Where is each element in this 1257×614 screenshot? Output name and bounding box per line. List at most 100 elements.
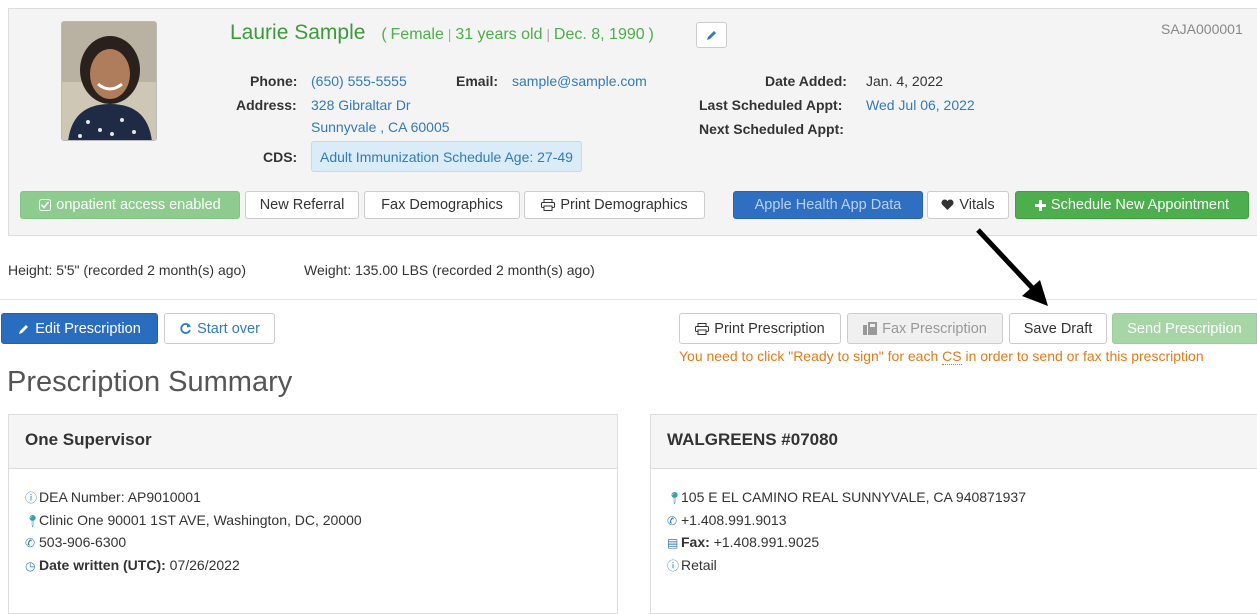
address-line2[interactable]: Sunnyvale , CA 60005 [311, 119, 450, 135]
checkbox-checked-icon [39, 199, 52, 211]
supervisor-details: ⓘ DEA Number: AP9010001 📍︎Clinic One 9000… [9, 469, 617, 595]
page-title: Prescription Summary [7, 366, 293, 398]
phone-link[interactable]: (650) 555-5555 [311, 73, 407, 89]
date-written-row: ◷ Date written (UTC): 07/26/2022 [25, 555, 601, 578]
supervisor-phone: 503-906-6300 [39, 534, 127, 550]
schedule-label: Schedule New Appointment [1050, 197, 1230, 213]
pharmacy-type-row: ⓘ Retail [667, 555, 1253, 578]
print-demographics-button[interactable]: Print Demographics [524, 191, 705, 219]
arrow-annotation-icon [970, 226, 1060, 312]
last-appt-link[interactable]: Wed Jul 06, 2022 [866, 97, 975, 113]
date-added-label: Date Added: [765, 73, 847, 89]
pencil-icon [706, 29, 718, 41]
vitals-button[interactable]: Vitals [927, 191, 1009, 219]
phone-icon: ✆ [25, 536, 36, 550]
map-marker-icon: 📍︎ [667, 491, 683, 505]
divider [0, 299, 1257, 300]
pharmacy-address: 105 E EL CAMINO REAL SUNNYVALE, CA 94087… [681, 489, 1026, 505]
onpatient-access-button[interactable]: onpatient access enabled [20, 191, 240, 219]
patient-age: 31 years old [455, 26, 543, 43]
schedule-appointment-button[interactable]: Schedule New Appointment [1015, 191, 1249, 219]
patient-id: SAJA000001 [1161, 21, 1243, 37]
fax-demographics-button[interactable]: Fax Demographics [364, 191, 520, 219]
cds-badge[interactable]: Adult Immunization Schedule Age: 27-49 [311, 141, 582, 172]
start-over-button[interactable]: Start over [164, 313, 275, 344]
print-prescription-button[interactable]: Print Prescription [679, 313, 841, 344]
height-text: Height: 5'5" (recorded 2 month(s) ago) [8, 262, 246, 278]
dea-number: DEA Number: AP9010001 [39, 489, 201, 505]
fax-icon [863, 322, 878, 335]
info-icon: ⓘ [25, 491, 38, 505]
print-demographics-label: Print Demographics [560, 197, 688, 213]
fax-prescription-label: Fax Prescription [882, 320, 987, 337]
warning-part-2: in order to send or fax this prescriptio… [961, 348, 1204, 364]
apple-health-label: Apple Health App Data [754, 197, 902, 213]
patient-meta-close: ) [648, 26, 654, 43]
address-label: Address: [236, 97, 297, 113]
clinic-row: 📍︎Clinic One 90001 1ST AVE, Washington, … [25, 510, 601, 533]
dea-row: ⓘ DEA Number: AP9010001 [25, 487, 601, 510]
refresh-icon [179, 322, 192, 335]
phone-label: Phone: [250, 73, 298, 89]
pharmacy-phone-row: ✆ +1.408.991.9013 [667, 510, 1253, 533]
printer-icon [541, 199, 556, 211]
email-link[interactable]: sample@sample.com [512, 73, 647, 89]
map-marker-icon: 📍︎ [25, 513, 41, 528]
patient-name-line: Laurie Sample ( Female | 31 years old | … [230, 21, 654, 45]
save-draft-label: Save Draft [1023, 320, 1093, 337]
weight-text: Weight: 135.00 LBS (recorded 2 month(s) … [304, 262, 595, 278]
clock-icon: ◷ [25, 558, 36, 573]
supervisor-card: One Supervisor ⓘ DEA Number: AP9010001 📍︎… [8, 414, 618, 614]
clinic-address: Clinic One 90001 1ST AVE, Washington, DC… [39, 511, 362, 528]
pharmacy-type: Retail [681, 556, 717, 573]
patient-photo [61, 21, 157, 141]
info-icon: ⓘ [667, 558, 680, 573]
patient-gender: Female [390, 26, 444, 43]
send-prescription-label: Send Prescription [1127, 320, 1242, 337]
cs-abbreviation: CS [942, 348, 962, 365]
edit-prescription-button[interactable]: Edit Prescription [1, 313, 158, 344]
onpatient-label: onpatient access enabled [56, 197, 221, 213]
next-appt-label: Next Scheduled Appt: [699, 121, 844, 137]
date-added-value: Jan. 4, 2022 [866, 73, 944, 89]
print-prescription-label: Print Prescription [714, 320, 825, 337]
vitals-label: Vitals [959, 197, 995, 213]
edit-prescription-label: Edit Prescription [35, 320, 141, 337]
pharmacy-details: 📍︎105 E EL CAMINO REAL SUNNYVALE, CA 940… [651, 469, 1257, 595]
patient-header-panel: Laurie Sample ( Female | 31 years old | … [8, 8, 1257, 236]
plus-icon [1034, 199, 1046, 211]
fax-prescription-button[interactable]: Fax Prescription [847, 313, 1003, 344]
fax-icon: ▤ [667, 536, 679, 550]
save-draft-button[interactable]: Save Draft [1009, 313, 1107, 344]
start-over-label: Start over [197, 320, 260, 337]
pharmacy-address-row: 📍︎105 E EL CAMINO REAL SUNNYVALE, CA 940… [667, 487, 1253, 510]
printer-icon [695, 322, 710, 335]
fax-label: Fax: [681, 534, 710, 550]
pharmacy-phone: +1.408.991.9013 [681, 511, 787, 528]
warning-part-1: You need to click "Ready to sign" for ea… [679, 348, 943, 364]
new-referral-label: New Referral [259, 197, 345, 213]
edit-patient-button[interactable] [696, 22, 727, 48]
heart-icon [941, 199, 954, 211]
pencil-icon [18, 323, 30, 335]
date-written-label: Date written (UTC): [39, 556, 166, 573]
date-written-value: 07/26/2022 [169, 556, 240, 573]
email-label: Email: [456, 73, 499, 89]
patient-dob: Dec. 8, 1990 [553, 26, 645, 43]
patient-name: Laurie Sample [230, 21, 366, 44]
cds-label: CDS: [263, 149, 298, 165]
pharmacy-fax: +1.408.991.9025 [713, 534, 820, 550]
address-line1[interactable]: 328 Gibraltar Dr [311, 97, 411, 113]
supervisor-name: One Supervisor [9, 415, 617, 469]
patient-meta-open: ( [381, 26, 387, 43]
supervisor-phone-row: ✆ 503-906-6300 [25, 532, 601, 555]
send-prescription-button[interactable]: Send Prescription [1112, 313, 1257, 344]
last-appt-label: Last Scheduled Appt: [699, 97, 843, 113]
pharmacy-card: WALGREENS #07080 📍︎105 E EL CAMINO REAL … [650, 414, 1257, 614]
sign-warning-text: You need to click "Ready to sign" for ea… [679, 348, 1204, 365]
meta-separator: | [447, 26, 452, 42]
pharmacy-name: WALGREENS #07080 [651, 415, 1257, 469]
meta-separator: | [546, 26, 551, 42]
apple-health-button[interactable]: Apple Health App Data [733, 191, 923, 219]
new-referral-button[interactable]: New Referral [245, 191, 359, 219]
